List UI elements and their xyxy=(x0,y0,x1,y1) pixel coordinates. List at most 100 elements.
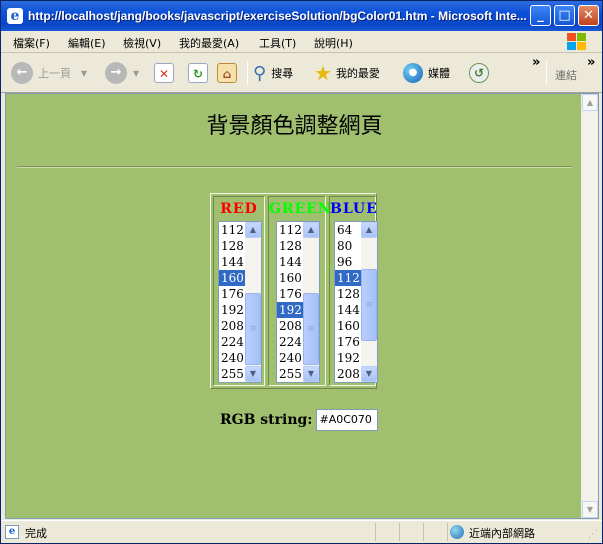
favorites-button[interactable]: ★ 我的最愛 xyxy=(314,59,380,87)
history-icon: ↺ xyxy=(469,63,489,83)
scroll-down-icon[interactable]: ▼ xyxy=(361,366,377,382)
blue-listbox[interactable]: 64 80 96 112 128 144 160 176 192 208 ▲ ≡ ▼ xyxy=(334,221,378,383)
menu-bar: 檔案(F) 編輯(E) 檢視(V) 我的最愛(A) 工具(T) 說明(H) xyxy=(1,31,602,53)
list-option[interactable]: 64 xyxy=(335,222,362,238)
list-option[interactable]: 144 xyxy=(277,254,304,270)
scroll-thumb[interactable]: ≡ xyxy=(245,293,261,365)
status-divider xyxy=(399,523,400,541)
star-icon: ★ xyxy=(314,61,332,85)
status-bar: e 完成 近端內部網路 ⋰ xyxy=(1,520,602,543)
list-option[interactable]: 255 xyxy=(277,366,304,382)
list-option[interactable]: 128 xyxy=(219,238,246,254)
menu-view[interactable]: 檢視(V) xyxy=(123,35,161,51)
green-listbox[interactable]: 112 128 144 160 176 192 208 224 240 255 ▲ ≡ ▼ xyxy=(276,221,320,383)
list-option[interactable]: 192 xyxy=(277,302,304,318)
close-button[interactable]: ✕ xyxy=(578,5,599,26)
list-option[interactable]: 224 xyxy=(219,334,246,350)
scroll-up-icon[interactable]: ▲ xyxy=(245,222,261,238)
blue-channel-cell: BLUE 64 80 96 112 128 144 160 176 192 208 ▲ ≡ ▼ xyxy=(329,196,378,386)
color-table: RED 112 128 144 160 176 192 208 224 240 255 ▲ ≡ ▼ GR… xyxy=(210,193,378,389)
rgb-string-label: RGB string: xyxy=(220,412,313,428)
scroll-up-icon[interactable]: ▲ xyxy=(582,94,598,111)
list-option[interactable]: 160 xyxy=(335,318,362,334)
list-option[interactable]: 192 xyxy=(219,302,246,318)
red-listbox[interactable]: 112 128 144 160 176 192 208 224 240 255 ▲ ≡ ▼ xyxy=(218,221,262,383)
maximize-button[interactable]: □ xyxy=(554,5,575,26)
home-button[interactable]: ⌂ xyxy=(217,59,237,87)
scroll-thumb[interactable]: ≡ xyxy=(303,293,319,365)
back-label: 上一頁 xyxy=(38,67,71,80)
links-more-button[interactable]: » xyxy=(587,55,595,70)
list-option[interactable]: 112 xyxy=(219,222,246,238)
toolbar: ← 上一頁 ▼ → ▼ ✕ ↻ ⌂ ⚲ 搜尋 ★ 我的最愛 ● 媒體 ↺ » 連… xyxy=(1,53,602,93)
list-option[interactable]: 240 xyxy=(277,350,304,366)
status-divider xyxy=(375,523,376,541)
minimize-button[interactable]: _ xyxy=(530,5,551,26)
green-channel-heading: GREEN xyxy=(269,201,332,217)
listbox-scrollbar[interactable]: ▲ ≡ ▼ xyxy=(245,222,261,382)
list-option[interactable]: 96 xyxy=(335,254,362,270)
red-channel-heading: RED xyxy=(220,201,258,217)
menu-favorites[interactable]: 我的最愛(A) xyxy=(179,35,239,51)
rgb-string-input[interactable]: #A0C070 xyxy=(316,409,379,431)
history-button[interactable]: ↺ xyxy=(469,59,489,87)
list-option[interactable]: 128 xyxy=(277,238,304,254)
menu-help[interactable]: 說明(H) xyxy=(314,35,353,51)
list-option[interactable]: 208 xyxy=(219,318,246,334)
list-option[interactable]: 128 xyxy=(335,286,362,302)
list-option[interactable]: 208 xyxy=(335,366,362,382)
favorites-label: 我的最愛 xyxy=(335,67,380,80)
list-option[interactable]: 144 xyxy=(219,254,246,270)
menu-file[interactable]: 檔案(F) xyxy=(13,35,50,51)
chevron-down-icon: ▼ xyxy=(81,68,88,78)
window-title: http://localhost/jang/books/javascript/e… xyxy=(28,9,527,23)
menu-tools[interactable]: 工具(T) xyxy=(259,35,296,51)
forward-button[interactable]: → ▼ xyxy=(105,59,139,87)
horizontal-rule xyxy=(17,166,572,168)
page-title: 背景顏色調整網頁 xyxy=(206,114,383,139)
refresh-icon: ↻ xyxy=(188,63,208,83)
list-option[interactable]: 176 xyxy=(277,286,304,302)
list-option[interactable]: 192 xyxy=(335,350,362,366)
list-option[interactable]: 112 xyxy=(335,270,362,286)
chevron-down-icon: ▼ xyxy=(133,68,140,78)
refresh-button[interactable]: ↻ xyxy=(188,59,208,87)
listbox-scrollbar[interactable]: ▲ ≡ ▼ xyxy=(361,222,377,382)
list-option[interactable]: 144 xyxy=(335,302,362,318)
scroll-down-icon[interactable]: ▼ xyxy=(245,366,261,382)
scroll-thumb[interactable]: ≡ xyxy=(361,269,377,341)
search-label: 搜尋 xyxy=(271,67,294,80)
list-option[interactable]: 255 xyxy=(219,366,246,382)
scroll-up-icon[interactable]: ▲ xyxy=(303,222,319,238)
list-option[interactable]: 176 xyxy=(335,334,362,350)
list-option[interactable]: 160 xyxy=(277,270,304,286)
blue-channel-heading: BLUE xyxy=(330,201,378,217)
ie-logo-icon: e xyxy=(7,8,23,24)
browser-window: e http://localhost/jang/books/javascript… xyxy=(0,0,603,544)
list-option[interactable]: 80 xyxy=(335,238,362,254)
search-button[interactable]: ⚲ 搜尋 xyxy=(253,59,293,87)
toolbar-more-button[interactable]: » xyxy=(532,55,540,70)
list-option[interactable]: 160 xyxy=(219,270,246,286)
media-button[interactable]: ● 媒體 xyxy=(403,59,450,87)
menu-edit[interactable]: 編輯(E) xyxy=(68,35,106,51)
status-text: 完成 xyxy=(25,527,47,540)
list-option[interactable]: 224 xyxy=(277,334,304,350)
resize-grip-icon[interactable]: ⋰ xyxy=(588,529,598,540)
links-button[interactable]: 連結 xyxy=(555,67,577,83)
list-option[interactable]: 240 xyxy=(219,350,246,366)
scroll-down-icon[interactable]: ▼ xyxy=(582,501,598,518)
listbox-scrollbar[interactable]: ▲ ≡ ▼ xyxy=(303,222,319,382)
list-option[interactable]: 176 xyxy=(219,286,246,302)
search-icon: ⚲ xyxy=(253,62,267,84)
back-button[interactable]: ← 上一頁 ▼ xyxy=(11,59,87,87)
list-option[interactable]: 208 xyxy=(277,318,304,334)
media-label: 媒體 xyxy=(428,67,450,80)
stop-button[interactable]: ✕ xyxy=(154,59,174,87)
list-option[interactable]: 112 xyxy=(277,222,304,238)
scroll-up-icon[interactable]: ▲ xyxy=(361,222,377,238)
page-icon: e xyxy=(5,525,19,539)
page-vertical-scrollbar[interactable]: ▲ ▼ xyxy=(581,94,598,518)
scroll-down-icon[interactable]: ▼ xyxy=(303,366,319,382)
home-icon: ⌂ xyxy=(217,63,237,83)
